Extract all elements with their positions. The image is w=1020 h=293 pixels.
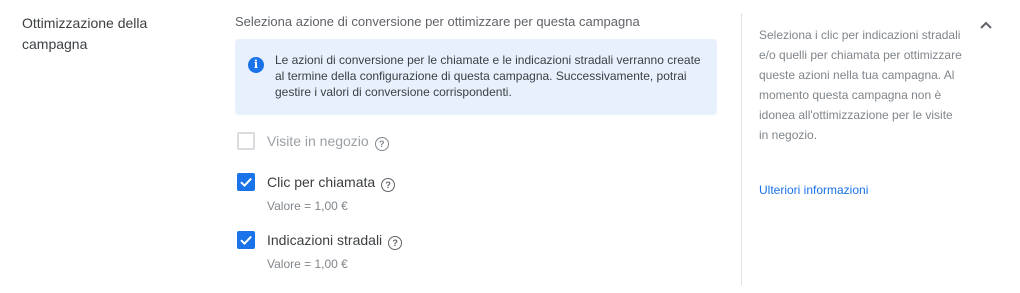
- info-box: i Le azioni di conversione per le chiama…: [235, 39, 717, 115]
- store-visits-checkbox[interactable]: [237, 132, 255, 150]
- option-label: Clic per chiamata?: [267, 173, 396, 192]
- call-clicks-checkbox[interactable]: [237, 173, 255, 191]
- call-clicks-value: Valore = 1,00 €: [267, 199, 348, 213]
- directions-checkbox[interactable]: [237, 231, 255, 249]
- vertical-divider: [741, 13, 742, 285]
- conversion-instruction: Seleziona azione di conversione per otti…: [235, 14, 640, 29]
- side-help-text: Seleziona i clic per indicazioni stradal…: [759, 28, 962, 142]
- info-icon: i: [248, 57, 264, 73]
- section-title: Ottimizzazione della campagna: [22, 15, 148, 52]
- help-icon[interactable]: ?: [381, 178, 396, 192]
- info-text: Le azioni di conversione per le chiamate…: [275, 53, 701, 99]
- directions-value: Valore = 1,00 €: [267, 257, 348, 271]
- help-icon[interactable]: ?: [374, 137, 389, 151]
- option-label: Visite in negozio?: [267, 132, 389, 151]
- chevron-up-icon[interactable]: [976, 17, 996, 33]
- store-visits-label: Visite in negozio: [267, 133, 369, 149]
- call-clicks-label: Clic per chiamata: [267, 174, 376, 190]
- learn-more-link[interactable]: Ulteriori informazioni: [759, 180, 868, 200]
- help-icon[interactable]: ?: [388, 236, 403, 250]
- option-label: Indicazioni stradali?: [267, 231, 403, 250]
- directions-label: Indicazioni stradali: [267, 232, 383, 248]
